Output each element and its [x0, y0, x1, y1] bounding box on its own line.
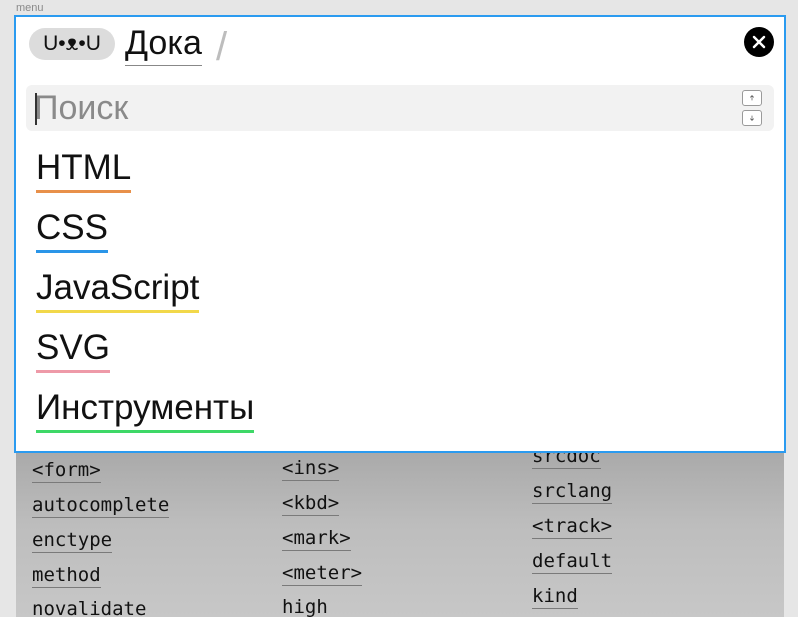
logo[interactable]: U•ᴥ•U [29, 28, 115, 60]
menu-panel: U•ᴥ•U Дока / HTML CSS JavaScript SVG Инс… [14, 15, 786, 453]
bg-link[interactable]: kind [532, 585, 578, 609]
brand-link[interactable]: Дока [125, 21, 202, 66]
bg-link[interactable]: method [32, 564, 101, 588]
bg-link[interactable]: <meter> [282, 562, 363, 586]
search-input[interactable] [34, 85, 724, 131]
bg-link[interactable]: <mark> [282, 527, 351, 551]
nav-item-tools[interactable]: Инструменты [36, 388, 255, 433]
close-icon [752, 35, 766, 49]
arrow-up-icon [749, 95, 755, 101]
bg-link[interactable]: autocomplete [32, 494, 170, 518]
bg-link[interactable]: srclang [532, 480, 613, 504]
search-prev-button[interactable] [742, 90, 762, 106]
bg-link[interactable]: <kbd> [282, 492, 340, 516]
text-caret [35, 93, 37, 125]
breadcrumb-separator: / [216, 25, 228, 69]
bg-link[interactable]: <track> [532, 515, 613, 539]
logo-text: U•ᴥ•U [43, 32, 101, 55]
nav-item-javascript[interactable]: JavaScript [36, 268, 200, 313]
close-button[interactable] [744, 27, 774, 57]
search-box [26, 85, 774, 131]
bg-link[interactable]: <ins> [282, 457, 340, 481]
bg-link[interactable]: <form> [32, 459, 101, 483]
search-next-button[interactable] [742, 110, 762, 126]
nav-item-css[interactable]: CSS [36, 208, 108, 253]
bg-link[interactable]: default [532, 550, 613, 574]
menu-caption: menu [16, 2, 44, 14]
nav-item-svg[interactable]: SVG [36, 328, 110, 373]
nav-item-html[interactable]: HTML [36, 148, 132, 193]
arrow-down-icon [749, 115, 755, 121]
bg-link[interactable]: high [282, 596, 328, 617]
bg-link[interactable]: enctype [32, 529, 113, 553]
background-content: <form> autocomplete enctype method noval… [16, 450, 784, 617]
bg-link[interactable]: novalidate [32, 598, 146, 617]
